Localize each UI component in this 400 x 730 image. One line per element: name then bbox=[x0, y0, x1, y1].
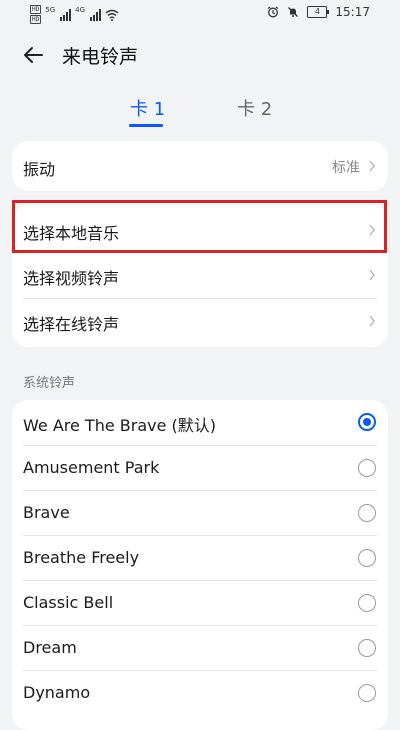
ringtone-label: Brave bbox=[23, 503, 70, 522]
ringtone-source-card: 选择本地音乐 选择视频铃声 选择在线铃声 bbox=[12, 205, 388, 347]
signal-icon bbox=[60, 8, 72, 21]
back-arrow-icon[interactable] bbox=[18, 40, 48, 70]
signal-icon-2 bbox=[90, 8, 102, 21]
ringtone-row[interactable]: Amusement Park bbox=[12, 446, 388, 490]
chevron-right-icon bbox=[369, 315, 375, 327]
vibration-label: 振动 bbox=[23, 160, 56, 179]
alarm-icon bbox=[268, 6, 279, 18]
system-ringtones-card: We Are The Brave (默认) Amusement Park Bra… bbox=[12, 400, 388, 730]
radio-unselected[interactable] bbox=[358, 684, 376, 702]
sim-tabs: 卡 1 卡 2 bbox=[0, 95, 400, 129]
choose-video-ringtone-label: 选择视频铃声 bbox=[23, 269, 120, 288]
radio-unselected[interactable] bbox=[358, 549, 376, 567]
ringtone-row[interactable]: Brave bbox=[12, 491, 388, 535]
network-type-1: 5G bbox=[45, 5, 56, 14]
radio-unselected[interactable] bbox=[358, 594, 376, 612]
status-bar: HD HD 5G 4G 4 15:17 bbox=[0, 0, 400, 30]
radio-unselected[interactable] bbox=[358, 459, 376, 477]
battery-icon: 4 bbox=[307, 6, 330, 18]
mute-bell-icon bbox=[288, 7, 299, 17]
page-title: 来电铃声 bbox=[62, 46, 139, 68]
vibration-card: 振动 标准 bbox=[12, 141, 388, 191]
choose-local-music-label: 选择本地音乐 bbox=[23, 224, 120, 243]
ringtone-label: We Are The Brave (默认) bbox=[23, 416, 217, 435]
ringtone-row[interactable]: Breathe Freely bbox=[12, 536, 388, 580]
status-bar-right: 4 15:17 bbox=[267, 5, 370, 19]
sim-hd-icon: HD HD bbox=[30, 5, 42, 24]
ringtone-row[interactable]: Dream bbox=[12, 626, 388, 670]
network-type-2: 4G bbox=[75, 5, 86, 14]
tab-card-1[interactable]: 卡 1 bbox=[130, 95, 165, 121]
radio-unselected[interactable] bbox=[358, 504, 376, 522]
ringtone-row[interactable]: Classic Bell bbox=[12, 581, 388, 625]
status-bar-left: HD HD 5G 4G bbox=[30, 5, 119, 24]
ringtone-row[interactable]: We Are The Brave (默认) bbox=[12, 400, 388, 444]
ringtone-row[interactable]: Dynamo bbox=[12, 671, 388, 715]
chevron-right-icon bbox=[369, 160, 375, 172]
radio-unselected[interactable] bbox=[358, 639, 376, 657]
radio-selected[interactable] bbox=[358, 413, 376, 431]
ringtone-label: Dream bbox=[23, 638, 77, 657]
chevron-right-icon bbox=[369, 269, 375, 281]
choose-online-ringtone-row[interactable]: 选择在线铃声 bbox=[12, 299, 388, 343]
vibration-row[interactable]: 振动 标准 bbox=[12, 144, 388, 188]
choose-local-music-row[interactable]: 选择本地音乐 bbox=[12, 208, 388, 252]
tab-active-indicator bbox=[129, 124, 163, 127]
wifi-icon bbox=[105, 9, 119, 21]
section-title-system-ringtones: 系统铃声 bbox=[23, 376, 76, 391]
app-header: 来电铃声 bbox=[0, 32, 400, 76]
ringtone-label: Breathe Freely bbox=[23, 548, 140, 567]
choose-video-ringtone-row[interactable]: 选择视频铃声 bbox=[12, 253, 388, 297]
ringtone-label: Classic Bell bbox=[23, 593, 114, 612]
choose-online-ringtone-label: 选择在线铃声 bbox=[23, 315, 120, 334]
vibration-value: 标准 bbox=[332, 160, 360, 176]
chevron-right-icon bbox=[369, 224, 375, 236]
ringtone-label: Amusement Park bbox=[23, 458, 160, 477]
ringtone-label: Dynamo bbox=[23, 683, 91, 702]
status-time: 15:17 bbox=[335, 5, 370, 19]
tab-card-2[interactable]: 卡 2 bbox=[237, 95, 272, 121]
